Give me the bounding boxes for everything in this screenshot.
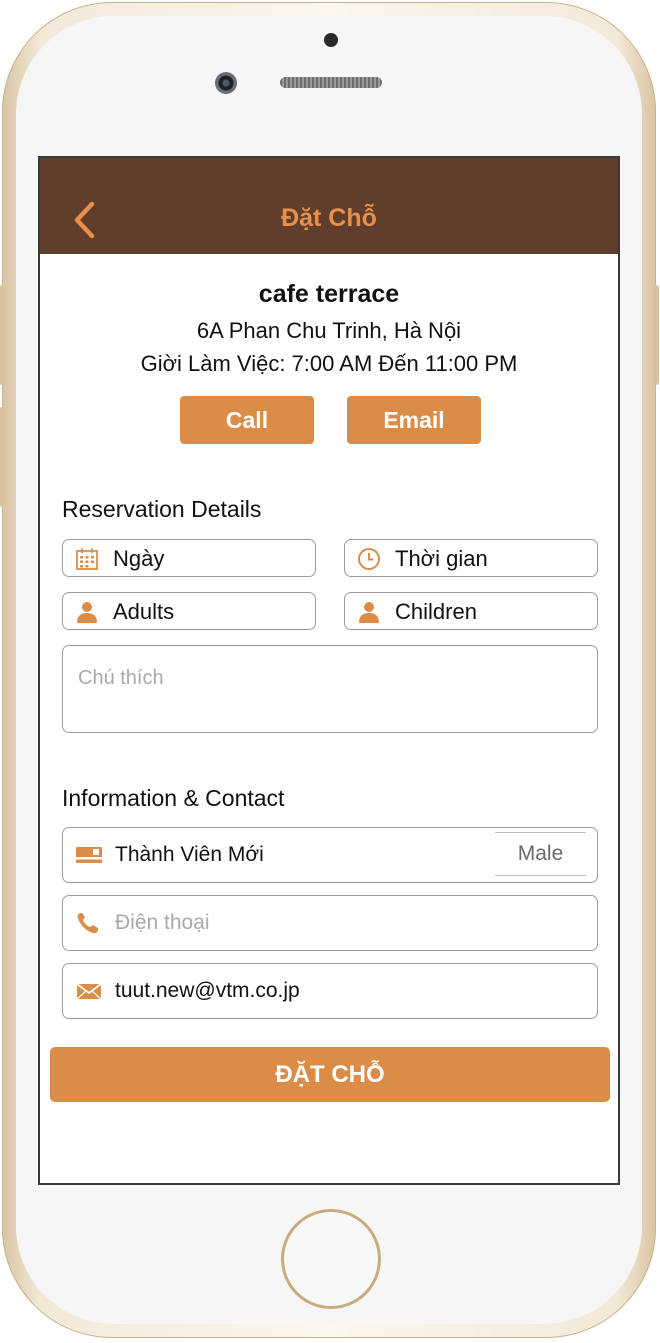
adults-field[interactable]: Adults <box>62 592 316 630</box>
member-name-field[interactable]: Thành Viên Mới Male <box>62 827 598 883</box>
email-button[interactable]: Email <box>347 396 481 444</box>
gender-selector[interactable]: Male <box>495 832 586 876</box>
home-button[interactable] <box>281 1209 381 1309</box>
member-name-value: Thành Viên Mới <box>115 843 264 866</box>
venue-name: cafe terrace <box>258 280 400 308</box>
earpiece-speaker <box>280 77 382 88</box>
contact-section-title: Information & Contact <box>62 785 285 811</box>
date-field[interactable]: Ngày <box>62 539 316 577</box>
side-button <box>0 407 5 507</box>
sensor-dot <box>324 33 338 47</box>
note-textarea[interactable]: Chú thích <box>62 645 598 733</box>
clock-icon <box>358 548 380 570</box>
person-icon <box>359 602 379 623</box>
adults-label: Adults <box>113 599 175 624</box>
phone-field[interactable]: Điện thoại <box>62 895 598 951</box>
children-label: Children <box>395 599 477 624</box>
date-label: Ngày <box>113 546 165 571</box>
reservation-section-title: Reservation Details <box>62 496 262 522</box>
front-camera <box>215 72 237 94</box>
note-placeholder: Chú thích <box>78 667 164 689</box>
phone-icon <box>77 913 98 934</box>
time-label: Thời gian <box>395 546 488 571</box>
email-value: tuut.new@vtm.co.jp <box>115 979 300 1002</box>
side-button <box>653 285 659 385</box>
venue-hours: Giời Làm Việc: 7:00 AM Đến 11:00 PM <box>140 351 518 376</box>
navbar: Đặt Chỗ <box>40 158 618 254</box>
children-field[interactable]: Children <box>344 592 598 630</box>
page-title: Đặt Chỗ <box>281 204 377 232</box>
member-card-icon <box>76 847 102 863</box>
mail-icon <box>76 983 102 1000</box>
venue-address: 6A Phan Chu Trinh, Hà Nội <box>196 318 462 343</box>
time-field[interactable]: Thời gian <box>344 539 598 577</box>
calendar-icon <box>76 548 98 570</box>
app-screen: Đặt Chỗ cafe terrace 6A Phan Chu Trinh, … <box>38 156 620 1185</box>
phone-placeholder: Điện thoại <box>115 911 210 934</box>
submit-reservation-button[interactable]: ĐẶT CHỖ <box>50 1047 610 1102</box>
person-icon <box>77 602 97 623</box>
email-field[interactable]: tuut.new@vtm.co.jp <box>62 963 598 1019</box>
call-button[interactable]: Call <box>180 396 314 444</box>
side-button <box>0 285 5 385</box>
